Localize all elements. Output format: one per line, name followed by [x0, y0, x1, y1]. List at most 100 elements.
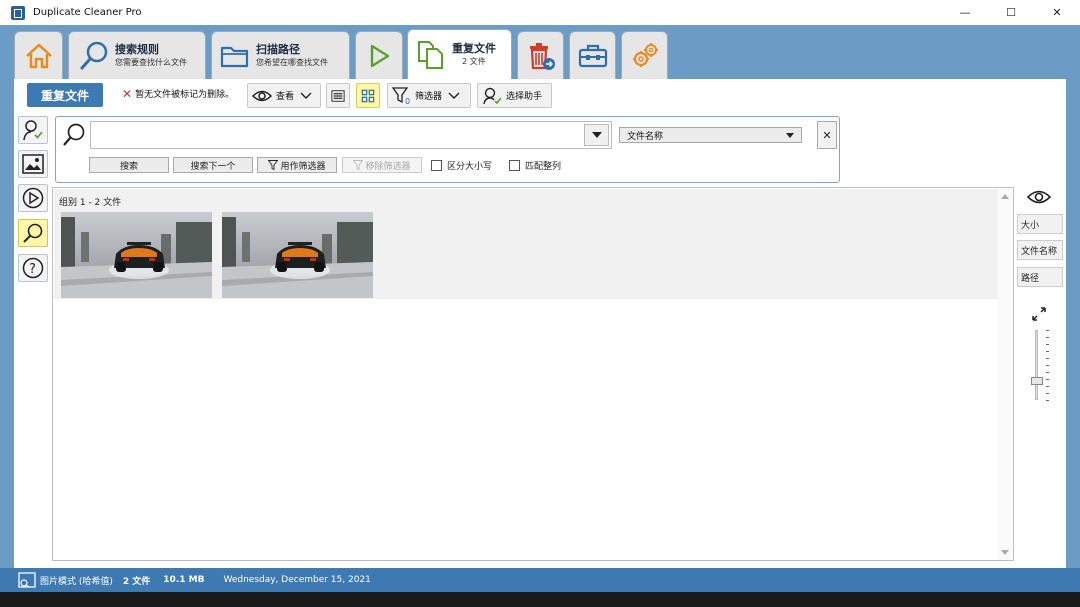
trash-move-icon	[529, 42, 555, 70]
magnifier-icon	[80, 41, 108, 69]
use-as-filter-button[interactable]: 用作筛选器	[257, 157, 337, 173]
use-as-filter-label: 用作筛选器	[280, 161, 326, 172]
match-whole-checkbox[interactable]: 匹配整列	[509, 159, 561, 172]
filter-label: 筛选器	[415, 92, 443, 102]
checkbox-box[interactable]	[509, 160, 520, 171]
thumbnail-size-slider-handle[interactable]	[1031, 377, 1043, 385]
tab-scan-path[interactable]: 扫描路径 您希望在哪查找文件	[211, 31, 350, 79]
tab-tools[interactable]	[569, 31, 616, 79]
window-title: Duplicate Cleaner Pro	[33, 7, 142, 18]
maximize-button[interactable]: ☐	[988, 0, 1034, 25]
thumbnail-size-slider-track[interactable]	[1035, 330, 1038, 400]
search-field-value: 文件名称	[627, 131, 664, 142]
expand-icon[interactable]	[1032, 307, 1046, 321]
svg-text:0: 0	[405, 97, 410, 105]
desktop-strip	[0, 592, 1080, 607]
image-icon	[22, 154, 44, 174]
deletion-status-text: 暂无文件被标记为删除。	[135, 90, 235, 100]
group-label: 组别 1 - 2 文件	[59, 198, 122, 208]
results-scrollbar[interactable]	[998, 189, 1012, 560]
deletion-status: ✕ 暂无文件被标记为删除。	[122, 87, 235, 101]
list-view-button[interactable]	[326, 83, 350, 108]
tab-scan-path-sub: 您希望在哪查找文件	[256, 57, 328, 67]
duplicate-files-icon	[418, 40, 443, 69]
folder-icon	[220, 46, 249, 67]
chevron-down-icon	[300, 92, 312, 99]
home-icon	[25, 43, 52, 68]
status-file-count: 2 文件	[122, 576, 151, 587]
eye-icon[interactable]	[1027, 189, 1051, 205]
search-side-button[interactable]	[18, 219, 48, 247]
close-window-button[interactable]: ✕	[1034, 0, 1080, 25]
search-button[interactable]: 搜索	[89, 157, 169, 173]
tab-duplicate-files[interactable]: 重复文件 2 文件	[407, 29, 512, 79]
selection-assistant-icon	[483, 87, 502, 104]
match-case-label: 区分大小写	[447, 162, 493, 172]
play-circle-icon	[22, 187, 44, 209]
search-next-button[interactable]: 搜索下一个	[173, 157, 253, 173]
toolbox-icon	[578, 44, 607, 67]
left-frame	[0, 79, 14, 568]
show-filename-button[interactable]: 文件名称	[1017, 240, 1063, 260]
scroll-up-icon[interactable]	[1001, 194, 1009, 199]
search-field-select[interactable]: 文件名称	[619, 127, 802, 143]
match-whole-label: 匹配整列	[525, 162, 562, 172]
match-case-checkbox[interactable]: 区分大小写	[431, 159, 492, 172]
tab-settings[interactable]	[621, 31, 668, 79]
checkbox-box[interactable]	[431, 160, 442, 171]
caret-down-icon	[591, 132, 602, 138]
filter-remove-icon	[353, 160, 364, 170]
play-media-side-button[interactable]	[18, 184, 48, 212]
view-dropdown[interactable]: 查看	[247, 83, 321, 108]
scroll-down-icon[interactable]	[1001, 550, 1009, 555]
main-content: 重复文件 ✕ 暂无文件被标记为删除。 查看 0 筛选器 选择助手 ? 文件名称 …	[14, 79, 1066, 568]
image-thumbnail[interactable]	[61, 212, 212, 298]
search-input[interactable]	[90, 121, 612, 149]
list-view-icon	[331, 89, 345, 102]
duplicates-toolbar: 重复文件 ✕ 暂无文件被标记为删除。 查看 0 筛选器 选择助手	[14, 79, 1066, 111]
image-mode-icon	[18, 572, 36, 588]
filter-icon: 0	[392, 86, 410, 105]
image-preview-side-button[interactable]	[18, 150, 48, 178]
person-check-icon	[23, 120, 43, 141]
tab-search-rules-sub: 您需要查找什么文件	[115, 57, 187, 67]
eye-icon	[252, 90, 272, 101]
help-side-button[interactable]: ?	[18, 254, 48, 282]
filter-icon	[268, 160, 279, 170]
show-path-button[interactable]: 路径	[1017, 267, 1063, 287]
tab-scan-path-label: 扫描路径	[256, 42, 300, 56]
search-history-dropdown[interactable]	[584, 124, 609, 146]
status-bar: 图片模式 (哈希值) 2 文件 10.1 MB Wednesday, Decem…	[0, 568, 1080, 592]
grid-view-icon	[361, 89, 375, 102]
help-icon: ?	[22, 257, 44, 279]
tab-duplicate-files-label: 重复文件	[452, 41, 496, 55]
select-assistant-side-button[interactable]	[18, 116, 48, 144]
close-search-button[interactable]: ✕	[817, 121, 837, 149]
magnifier-icon	[23, 223, 43, 243]
tab-home[interactable]	[14, 31, 63, 79]
chevron-down-icon	[448, 92, 460, 99]
close-icon: ✕	[822, 128, 832, 142]
caret-down-icon	[786, 133, 794, 138]
tab-file-removal[interactable]	[517, 31, 564, 79]
title-bar: Duplicate Cleaner Pro — ☐ ✕	[0, 0, 1080, 25]
remove-filter-button[interactable]: 移除筛选器	[342, 157, 422, 173]
results-panel: 组别 1 - 2 文件	[52, 187, 1014, 561]
minimize-button[interactable]: —	[942, 0, 988, 25]
selection-assistant-label: 选择助手	[506, 92, 543, 102]
show-size-button[interactable]: 大小	[1017, 214, 1063, 234]
tab-duplicate-files-sub: 2 文件	[462, 56, 486, 66]
thumbnail-view-button[interactable]	[356, 83, 380, 108]
filter-dropdown[interactable]: 0 筛选器	[387, 83, 471, 108]
image-thumbnail[interactable]	[222, 212, 373, 298]
slider-ticks	[1046, 330, 1049, 402]
view-label: 查看	[276, 92, 295, 102]
tab-start-scan[interactable]	[355, 31, 403, 79]
selection-assistant-button[interactable]: 选择助手	[477, 83, 552, 108]
app-window: Duplicate Cleaner Pro — ☐ ✕ 搜索规则 您需要查找什么…	[0, 0, 1080, 607]
main-tab-bar: 搜索规则 您需要查找什么文件 扫描路径 您希望在哪查找文件 重复文件 2 文件	[0, 25, 1080, 79]
gears-icon	[632, 42, 658, 67]
duplicates-title-badge: 重复文件	[27, 83, 103, 107]
tab-search-rules[interactable]: 搜索规则 您需要查找什么文件	[68, 31, 206, 79]
status-date: Wednesday, December 15, 2021	[223, 575, 371, 585]
